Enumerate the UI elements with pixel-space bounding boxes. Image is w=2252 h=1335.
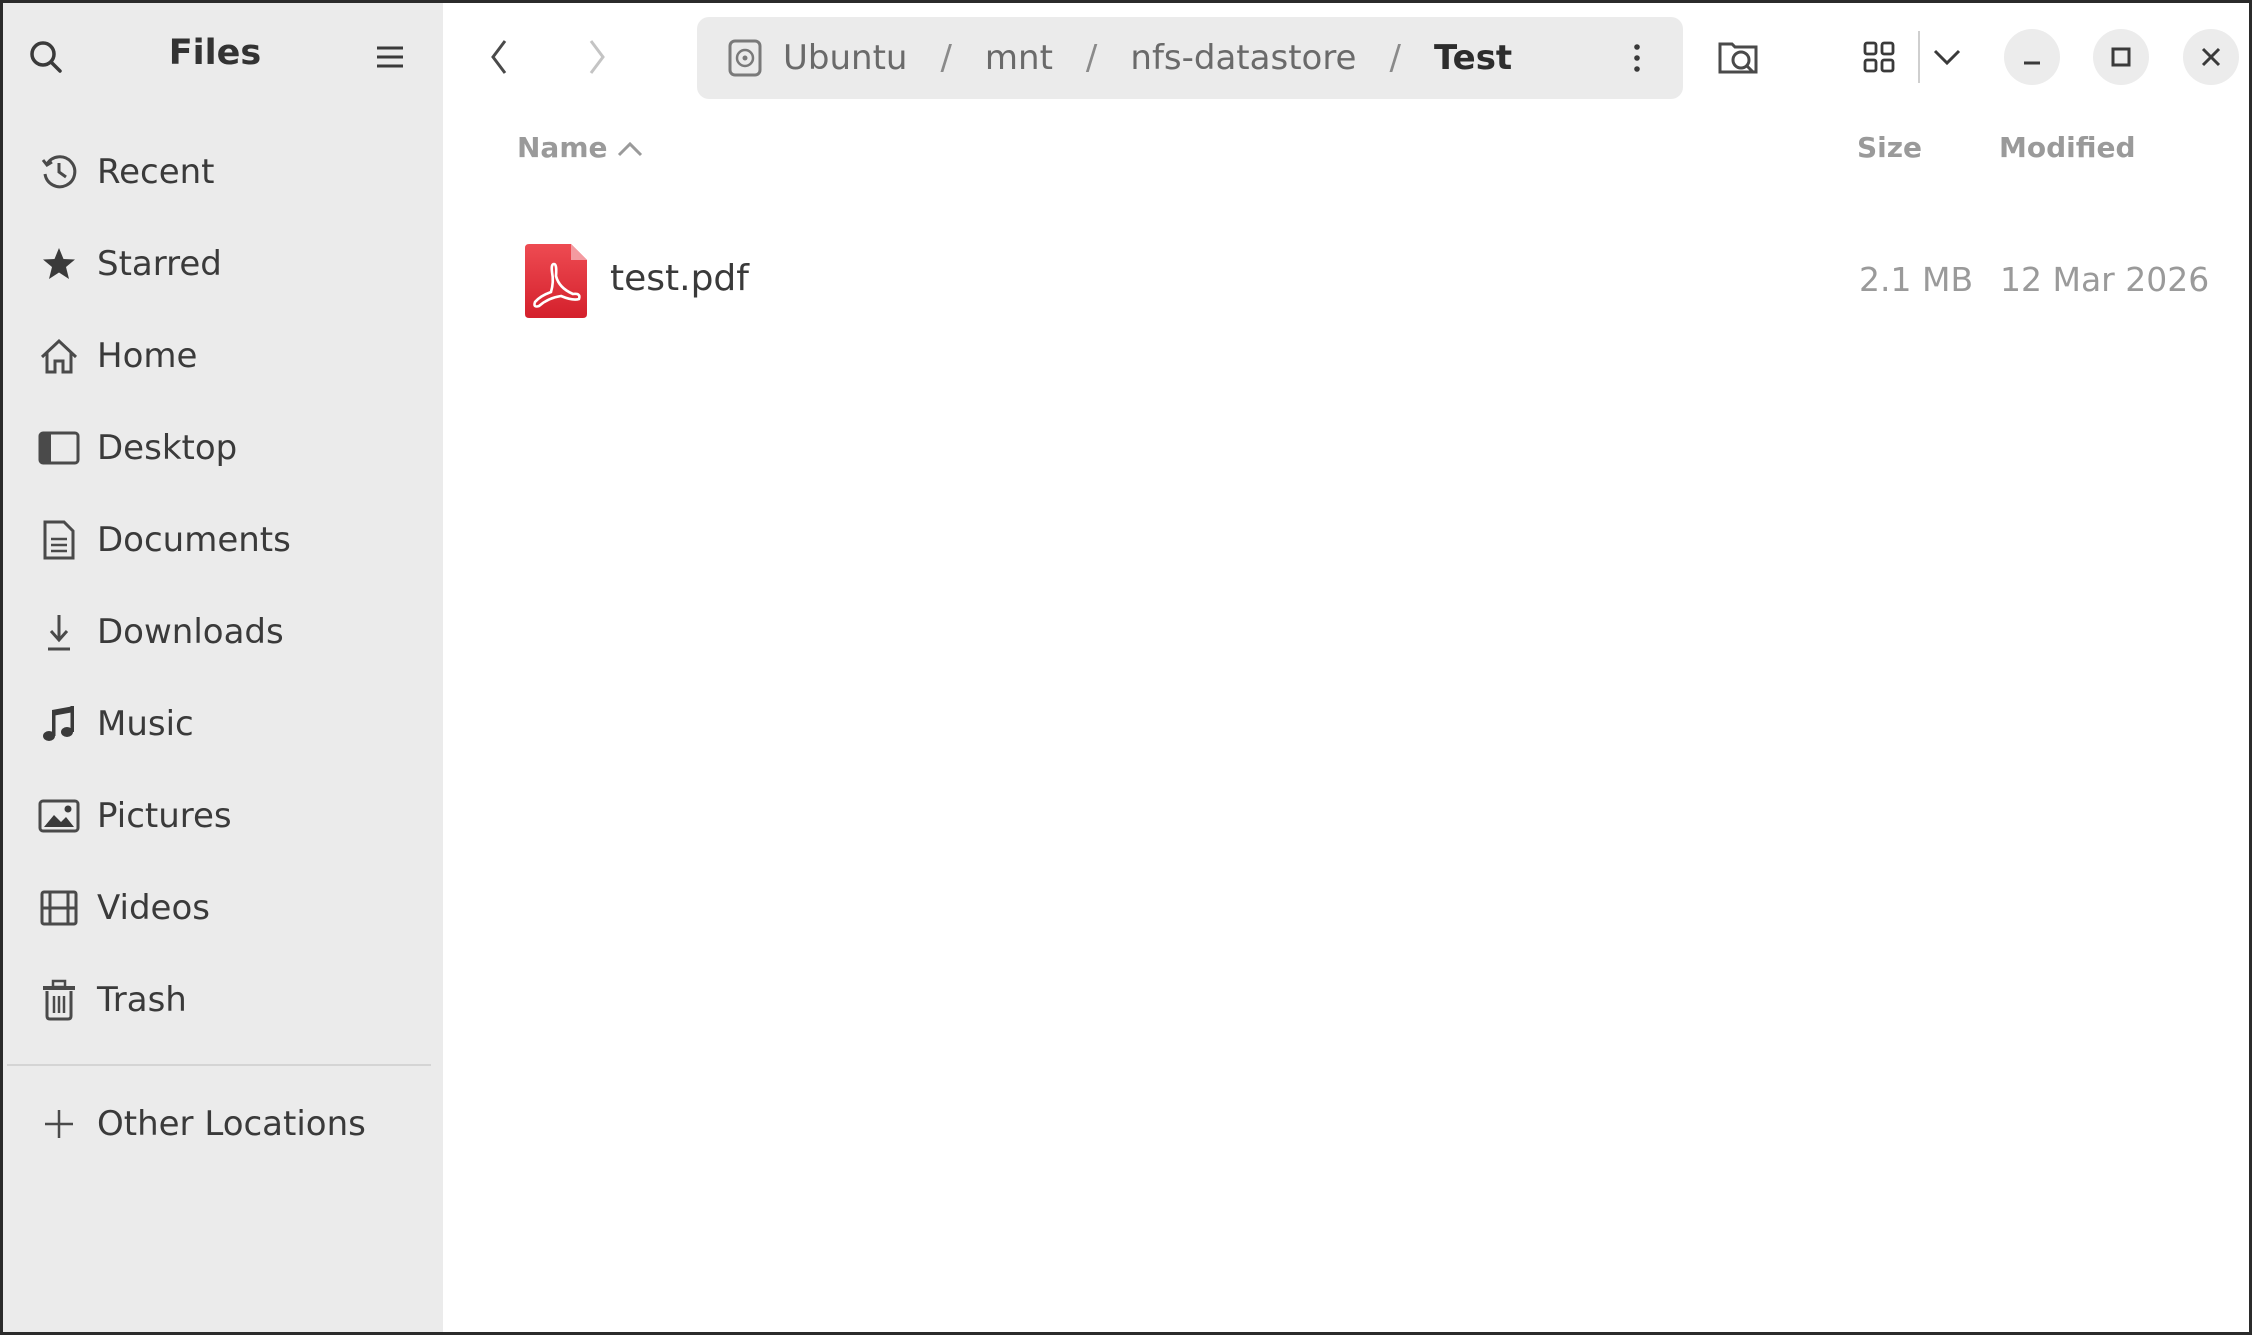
sidebar-item-label: Other Locations: [97, 1104, 366, 1144]
home-icon: [35, 332, 83, 380]
breadcrumb-separator: /: [1389, 38, 1401, 78]
sidebar-item-label: Documents: [97, 520, 291, 560]
sidebar-item-starred[interactable]: Starred: [19, 228, 427, 300]
sidebar-item-label: Pictures: [97, 796, 232, 836]
minimize-icon: [2024, 61, 2040, 65]
files-window: Files Recent Starred Home Desktop Docume…: [0, 0, 2252, 1335]
column-header-size[interactable]: Size: [1857, 131, 1922, 164]
trash-icon: [35, 976, 83, 1024]
back-button[interactable]: [473, 31, 525, 83]
download-icon: [35, 608, 83, 656]
search-files-button[interactable]: [1711, 29, 1767, 85]
breadcrumb-ubuntu[interactable]: Ubuntu: [783, 38, 907, 78]
sidebar-item-other-locations[interactable]: Other Locations: [19, 1088, 427, 1160]
column-header-name[interactable]: Name: [517, 131, 608, 164]
sidebar-item-label: Trash: [97, 980, 187, 1020]
maximize-button[interactable]: [2093, 29, 2149, 85]
music-note-icon: [35, 700, 83, 748]
file-modified: 12 Mar 2026: [2000, 260, 2210, 299]
grid-icon: [1863, 41, 1895, 73]
drive-icon: [727, 39, 763, 77]
sidebar-item-documents[interactable]: Documents: [19, 504, 427, 576]
sidebar-item-downloads[interactable]: Downloads: [19, 596, 427, 668]
vertical-ellipsis-icon: [1634, 44, 1640, 72]
sidebar-item-music[interactable]: Music: [19, 688, 427, 760]
chevron-down-icon: [1933, 49, 1961, 66]
grid-view-button[interactable]: [1851, 29, 1907, 85]
picture-icon: [35, 792, 83, 840]
desktop-icon: [35, 424, 83, 472]
file-name: test.pdf: [610, 258, 749, 299]
path-bar: Ubuntu / mnt / nfs-datastore / Test: [697, 17, 1683, 99]
main-menu-button[interactable]: [369, 36, 411, 78]
plus-icon: [35, 1100, 83, 1148]
sidebar: Files Recent Starred Home Desktop Docume…: [3, 3, 443, 1332]
sidebar-item-label: Music: [97, 704, 194, 744]
clock-icon: [35, 148, 83, 196]
sidebar-item-recent[interactable]: Recent: [19, 136, 427, 208]
sidebar-item-label: Videos: [97, 888, 210, 928]
breadcrumb-mnt[interactable]: mnt: [985, 38, 1053, 78]
sidebar-item-label: Downloads: [97, 612, 284, 652]
sidebar-item-desktop[interactable]: Desktop: [19, 412, 427, 484]
sidebar-item-label: Starred: [97, 244, 222, 284]
minimize-button[interactable]: [2004, 29, 2060, 85]
film-icon: [35, 884, 83, 932]
file-row[interactable]: test.pdf 2.1 MB 12 Mar 2026: [503, 228, 2233, 332]
sidebar-item-label: Desktop: [97, 428, 238, 468]
hamburger-menu-icon: [377, 46, 403, 68]
folder-search-icon: [1718, 42, 1758, 74]
forward-button[interactable]: [571, 31, 623, 83]
sidebar-item-label: Home: [97, 336, 198, 376]
breadcrumb-test[interactable]: Test: [1434, 38, 1512, 78]
sidebar-item-label: Recent: [97, 152, 215, 192]
app-title: Files: [168, 33, 262, 73]
sidebar-item-trash[interactable]: Trash: [19, 964, 427, 1036]
file-size: 2.1 MB: [1859, 260, 1974, 299]
breadcrumb-nfs-datastore[interactable]: nfs-datastore: [1130, 38, 1356, 78]
column-header-modified[interactable]: Modified: [1999, 131, 2136, 164]
path-options-button[interactable]: [1617, 38, 1657, 78]
chevron-left-icon: [491, 40, 507, 74]
close-button[interactable]: [2183, 29, 2239, 85]
sidebar-item-home[interactable]: Home: [19, 320, 427, 392]
document-icon: [35, 516, 83, 564]
maximize-icon: [2111, 47, 2131, 67]
sort-ascending-icon: [617, 141, 643, 157]
chevron-right-icon: [589, 40, 605, 74]
sidebar-item-videos[interactable]: Videos: [19, 872, 427, 944]
pdf-file-icon: [525, 244, 587, 318]
star-icon: [35, 240, 83, 288]
sidebar-divider: [7, 1064, 431, 1066]
sidebar-item-pictures[interactable]: Pictures: [19, 780, 427, 852]
view-options-button[interactable]: [1919, 29, 1975, 85]
breadcrumb-separator: /: [1085, 38, 1098, 78]
sidebar-header: Files: [3, 3, 443, 113]
breadcrumb-separator: /: [940, 38, 952, 78]
close-icon: [2201, 47, 2221, 67]
